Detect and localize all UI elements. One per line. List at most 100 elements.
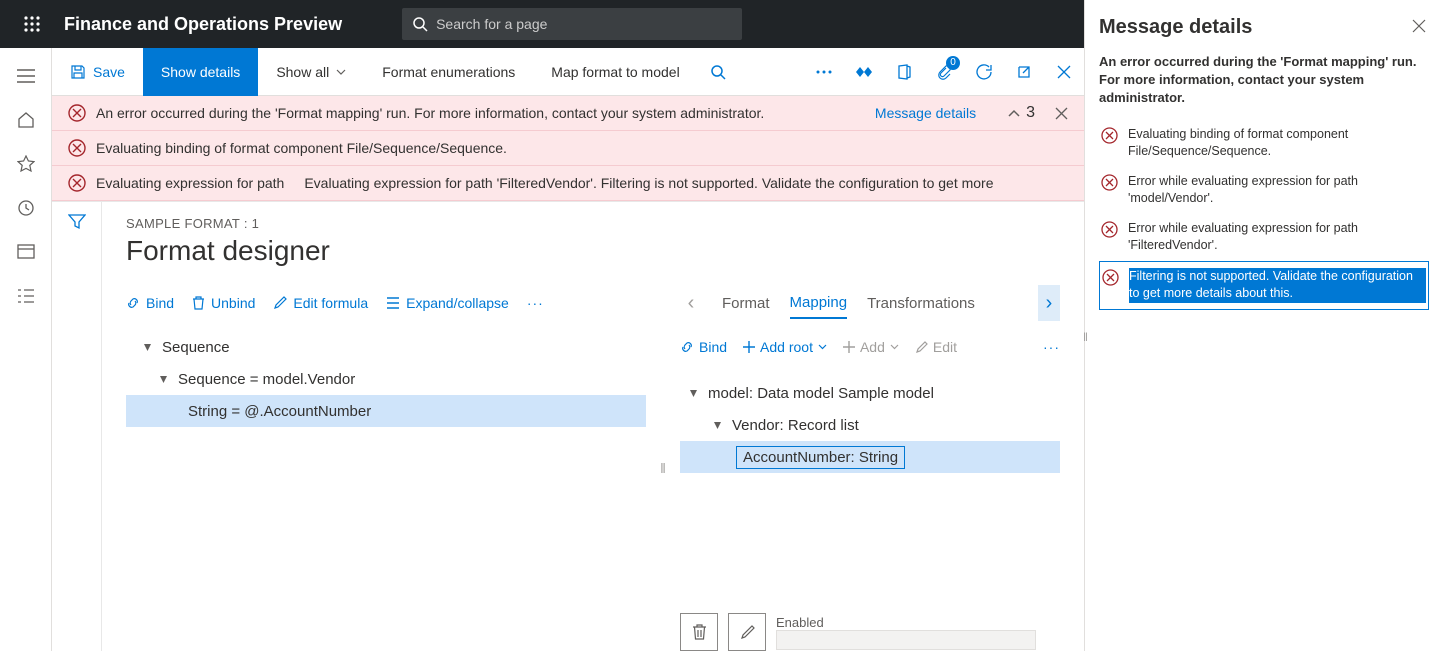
- show-details-button[interactable]: Show details: [143, 48, 258, 96]
- panel-description: An error occurred during the 'Format map…: [1099, 53, 1429, 108]
- mapping-more-icon[interactable]: ···: [1043, 339, 1060, 355]
- panel-error-item[interactable]: Error while evaluating expression for pa…: [1099, 167, 1429, 214]
- tab-transformations[interactable]: Transformations: [867, 289, 975, 318]
- panel-close-icon[interactable]: [1409, 16, 1429, 36]
- page-title: Format designer: [126, 235, 1060, 267]
- app-title: Finance and Operations Preview: [64, 14, 342, 35]
- tree-item-sequence-vendor[interactable]: Sequence = model.Vendor: [126, 363, 646, 395]
- search-placeholder: Search for a page: [436, 16, 547, 32]
- plus-icon: [843, 341, 855, 353]
- more-icon[interactable]: ···: [527, 295, 544, 311]
- toolbar-search-icon[interactable]: [698, 48, 738, 96]
- tab-format[interactable]: Format: [722, 289, 770, 318]
- tab-next-icon[interactable]: ›: [1038, 285, 1060, 321]
- error-icon: [68, 104, 86, 122]
- clock-icon[interactable]: [0, 186, 52, 230]
- banner-collapse[interactable]: 3: [1008, 104, 1035, 122]
- toolbar-popout-icon[interactable]: [1004, 48, 1044, 96]
- app-launcher-icon[interactable]: [8, 0, 56, 48]
- bind-button[interactable]: Bind: [126, 295, 174, 311]
- add-root-button[interactable]: Add root: [743, 339, 827, 355]
- tree-item-string-account[interactable]: String = @.AccountNumber: [126, 395, 646, 427]
- workspace-icon[interactable]: [0, 230, 52, 274]
- banner-close-icon[interactable]: [1055, 107, 1068, 120]
- add-button[interactable]: Add: [843, 339, 899, 355]
- chevron-down-icon: [336, 69, 346, 75]
- home-icon[interactable]: [0, 98, 52, 142]
- splitter-handle[interactable]: ‖: [658, 285, 668, 651]
- edit-button[interactable]: Edit: [915, 339, 957, 355]
- model-vendor[interactable]: Vendor: Record list: [680, 409, 1060, 441]
- toolbar-office-icon[interactable]: [884, 48, 924, 96]
- enabled-label: Enabled: [776, 615, 1036, 630]
- save-icon: [70, 64, 86, 80]
- toolbar-more-icon[interactable]: [804, 48, 844, 96]
- left-rail: [0, 48, 52, 651]
- pencil-icon: [273, 296, 287, 310]
- filter-column: [52, 202, 102, 651]
- filter-icon[interactable]: [68, 214, 86, 651]
- toolbar-attach-icon[interactable]: 0: [924, 48, 964, 96]
- page-toolbar: Save Show details Show all Format enumer…: [52, 48, 1084, 96]
- banner-text: Evaluating binding of format component F…: [96, 140, 507, 156]
- link-icon: [680, 340, 694, 354]
- panel-resize-handle[interactable]: ‖: [1083, 330, 1088, 344]
- chevron-down-icon: [818, 344, 827, 350]
- show-all-button[interactable]: Show all: [258, 48, 364, 96]
- tab-prev-icon[interactable]: ‹: [680, 285, 702, 321]
- trash-icon: [192, 296, 205, 310]
- breadcrumb: SAMPLE FORMAT : 1: [126, 216, 1060, 231]
- mapping-pane: ‹ Format Mapping Transformations › Bind …: [680, 285, 1060, 651]
- model-account-number[interactable]: AccountNumber: String: [680, 441, 1060, 473]
- panel-title: Message details: [1099, 16, 1252, 39]
- error-icon: [68, 174, 86, 192]
- banner-text-a: Evaluating expression for path: [96, 175, 284, 191]
- error-icon: [1101, 221, 1118, 238]
- message-details-panel: Message details An error occurred during…: [1084, 0, 1443, 651]
- tab-mapping[interactable]: Mapping: [790, 288, 848, 319]
- format-tree-pane: Bind Unbind Edit formula Expand/collapse…: [126, 285, 646, 651]
- modules-icon[interactable]: [0, 274, 52, 318]
- save-button[interactable]: Save: [52, 48, 143, 96]
- pencil-icon: [915, 341, 928, 354]
- list-icon: [386, 297, 400, 309]
- banner-text-b: Evaluating expression for path 'Filtered…: [304, 175, 993, 191]
- mapping-bind-button[interactable]: Bind: [680, 339, 727, 355]
- toolbar-diamond-icon[interactable]: [844, 48, 884, 96]
- edit-square-button[interactable]: [728, 613, 766, 651]
- error-banner-3: Evaluating expression for path Evaluatin…: [52, 166, 1084, 201]
- panel-error-item[interactable]: Error while evaluating expression for pa…: [1099, 214, 1429, 261]
- model-root[interactable]: model: Data model Sample model: [680, 377, 1060, 409]
- expand-collapse-button[interactable]: Expand/collapse: [386, 295, 509, 311]
- trash-icon: [692, 624, 707, 640]
- hamburger-icon[interactable]: [0, 54, 52, 98]
- unbind-button[interactable]: Unbind: [192, 295, 255, 311]
- star-icon[interactable]: [0, 142, 52, 186]
- panel-error-item-selected[interactable]: Filtering is not supported. Validate the…: [1099, 261, 1429, 310]
- panel-error-item[interactable]: Evaluating binding of format component F…: [1099, 120, 1429, 167]
- toolbar-close-icon[interactable]: [1044, 48, 1084, 96]
- link-icon: [126, 296, 140, 310]
- error-icon: [1102, 269, 1119, 286]
- error-banner-2: Evaluating binding of format component F…: [52, 131, 1084, 166]
- delete-button[interactable]: [680, 613, 718, 651]
- error-icon: [1101, 174, 1118, 191]
- pencil-icon: [740, 625, 755, 640]
- chevron-up-icon: [1008, 109, 1020, 117]
- map-format-to-model-button[interactable]: Map format to model: [533, 48, 697, 96]
- search-icon: [412, 16, 428, 32]
- search-input[interactable]: Search for a page: [402, 8, 742, 40]
- tree-item-sequence[interactable]: Sequence: [126, 331, 646, 363]
- banner-text: An error occurred during the 'Format map…: [96, 105, 764, 121]
- attach-badge: 0: [946, 56, 960, 70]
- error-banner-1: An error occurred during the 'Format map…: [52, 96, 1084, 131]
- message-details-link[interactable]: Message details: [875, 105, 988, 121]
- plus-icon: [743, 341, 755, 353]
- edit-formula-button[interactable]: Edit formula: [273, 295, 368, 311]
- error-icon: [68, 139, 86, 157]
- enabled-field[interactable]: [776, 630, 1036, 650]
- format-enumerations-button[interactable]: Format enumerations: [364, 48, 533, 96]
- error-icon: [1101, 127, 1118, 144]
- main-area: Save Show details Show all Format enumer…: [52, 48, 1084, 651]
- toolbar-refresh-icon[interactable]: [964, 48, 1004, 96]
